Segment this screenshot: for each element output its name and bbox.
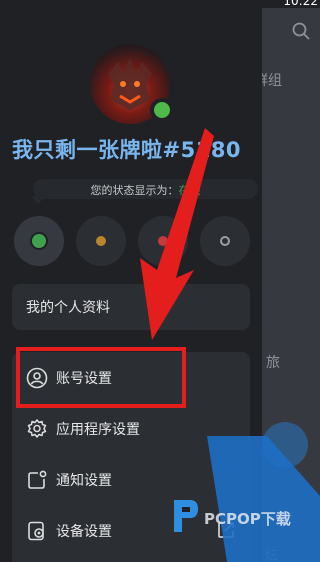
status-idle-button[interactable] — [76, 216, 126, 266]
username: 我只剩一张牌啦#5180 — [12, 138, 242, 162]
gear-icon — [27, 419, 47, 438]
watermark-band — [207, 436, 320, 562]
status-online-button[interactable] — [14, 216, 64, 266]
invisible-icon — [220, 236, 230, 246]
status-text: 您的状态显示为：在线 — [33, 182, 258, 198]
online-status-dot — [150, 98, 174, 122]
notification-icon — [28, 470, 47, 489]
online-icon — [32, 234, 46, 248]
watermark-logo-icon — [174, 500, 198, 532]
highlight-box — [16, 347, 186, 408]
status-pill: 您的状态显示为：在线 — [33, 179, 258, 199]
my-profile-button[interactable]: 我的个人资料 — [12, 284, 250, 330]
status-invisible-button[interactable] — [200, 216, 250, 266]
notification-settings-label: 通知设置 — [56, 473, 112, 489]
my-profile-label: 我的个人资料 — [26, 300, 110, 316]
search-icon[interactable] — [292, 22, 310, 40]
avatar[interactable] — [90, 44, 174, 124]
device-settings-label: 设备设置 — [56, 524, 112, 540]
status-dnd-button[interactable] — [138, 216, 188, 266]
status-time: 10:22 — [283, 0, 318, 8]
bg-label-travel: 旅 — [266, 355, 280, 371]
app-settings-label: 应用程序设置 — [56, 422, 140, 438]
status-prefix: 您的状态显示为： — [90, 184, 179, 197]
status-value: 在线 — [178, 184, 201, 197]
status-pill-tail — [30, 196, 46, 204]
watermark-text: PCPOP下载 — [204, 510, 291, 528]
device-settings-icon — [28, 521, 44, 541]
dnd-icon — [158, 236, 168, 246]
idle-moon-icon — [96, 236, 106, 246]
